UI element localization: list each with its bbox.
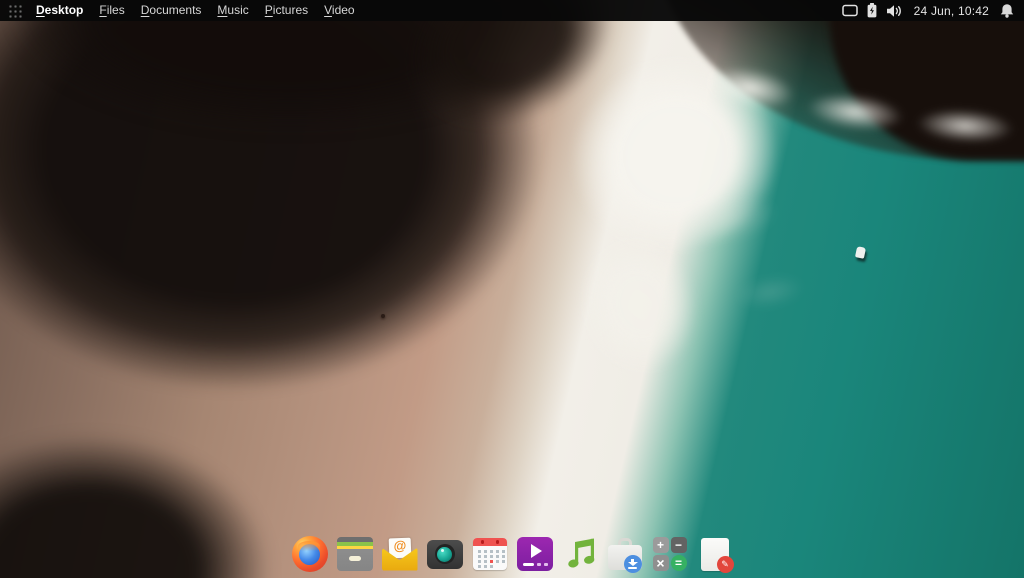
clock[interactable]: 24 Jun, 10:42: [912, 4, 991, 18]
text-editor-icon: ✎: [700, 537, 734, 573]
tiny-person-on-sand: [381, 314, 385, 318]
dock-item-videos[interactable]: [516, 535, 553, 573]
dock-item-firefox[interactable]: [291, 535, 328, 573]
panel-status-area: 24 Jun, 10:42: [841, 0, 1024, 21]
menu-music[interactable]: Music: [209, 0, 256, 21]
play-icon: [530, 544, 542, 558]
menu-files-label: Files: [99, 3, 125, 17]
camera-lens-highlight: [440, 549, 444, 552]
dock-item-file-manager[interactable]: [336, 535, 373, 573]
pencil-badge: ✎: [716, 555, 734, 573]
menu-pictures-label: Pictures: [264, 3, 309, 17]
calendar-icon: [472, 538, 507, 570]
calc-multiply-key: ×: [652, 555, 669, 571]
menu-video-label: Video: [324, 3, 355, 17]
file-manager-icon: [336, 537, 373, 571]
desktop-wallpaper[interactable]: [0, 0, 1024, 578]
desktop: Desktop Files Documents Music Pictures V…: [0, 0, 1024, 578]
video-progress-bar: [522, 563, 534, 566]
download-arrow-head: [627, 562, 638, 566]
dock-item-software[interactable]: [607, 535, 643, 573]
panel-left-section: Desktop Files Documents Music Pictures V…: [0, 0, 363, 21]
download-tray: [628, 567, 637, 569]
top-panel: Desktop Files Documents Music Pictures V…: [0, 0, 1024, 21]
menu-pictures[interactable]: Pictures: [257, 0, 316, 21]
calendar-ring: [495, 539, 499, 544]
calculator-icon: + − × =: [652, 537, 687, 571]
menu-desktop[interactable]: Desktop: [28, 0, 91, 21]
menu-desktop-label: Desktop: [36, 3, 84, 17]
dock: @ + − × = ✎: [0, 535, 1024, 573]
camera-icon: [426, 539, 463, 569]
calendar-ring: [480, 539, 484, 544]
volume-icon[interactable]: [886, 0, 903, 21]
dock-item-calendar[interactable]: [472, 535, 508, 573]
cabinet-label: [348, 556, 361, 561]
firefox-browser-icon: [291, 536, 328, 572]
menu-documents-label: Documents: [140, 3, 202, 17]
menu-documents[interactable]: Documents: [133, 0, 210, 21]
dock-item-music[interactable]: [562, 535, 598, 573]
display-icon[interactable]: [841, 0, 858, 21]
dock-item-camera[interactable]: [426, 535, 463, 573]
dock-item-email[interactable]: @: [381, 535, 418, 573]
calc-minus-key: −: [670, 537, 687, 553]
menu-video[interactable]: Video: [316, 0, 362, 21]
music-player-icon: [567, 538, 594, 568]
dock-item-calculator[interactable]: + − × =: [652, 535, 688, 573]
app-grid-icon: [6, 3, 22, 18]
mail-at-glyph: @: [392, 537, 407, 553]
camera-lens: [437, 546, 452, 562]
calendar-header-band: [472, 538, 507, 546]
pencil-icon: ✎: [721, 558, 729, 569]
dock-item-text-editor[interactable]: ✎: [697, 535, 734, 573]
calc-equals-key: =: [670, 555, 687, 571]
software-store-icon: [607, 537, 643, 573]
video-progress-segment: [543, 563, 548, 566]
firefox-swirl: [297, 541, 320, 551]
app-grid-button[interactable]: [0, 0, 28, 21]
calendar-day-grid: [477, 550, 481, 553]
notifications-bell-icon[interactable]: [1000, 0, 1014, 21]
video-progress-segment: [536, 563, 541, 566]
calc-plus-key: +: [652, 537, 669, 553]
menu-music-label: Music: [217, 3, 249, 17]
battery-charging-icon[interactable]: [867, 0, 877, 21]
email-icon: @: [381, 537, 418, 571]
video-player-icon: [516, 537, 553, 571]
menu-files[interactable]: Files: [91, 0, 132, 21]
